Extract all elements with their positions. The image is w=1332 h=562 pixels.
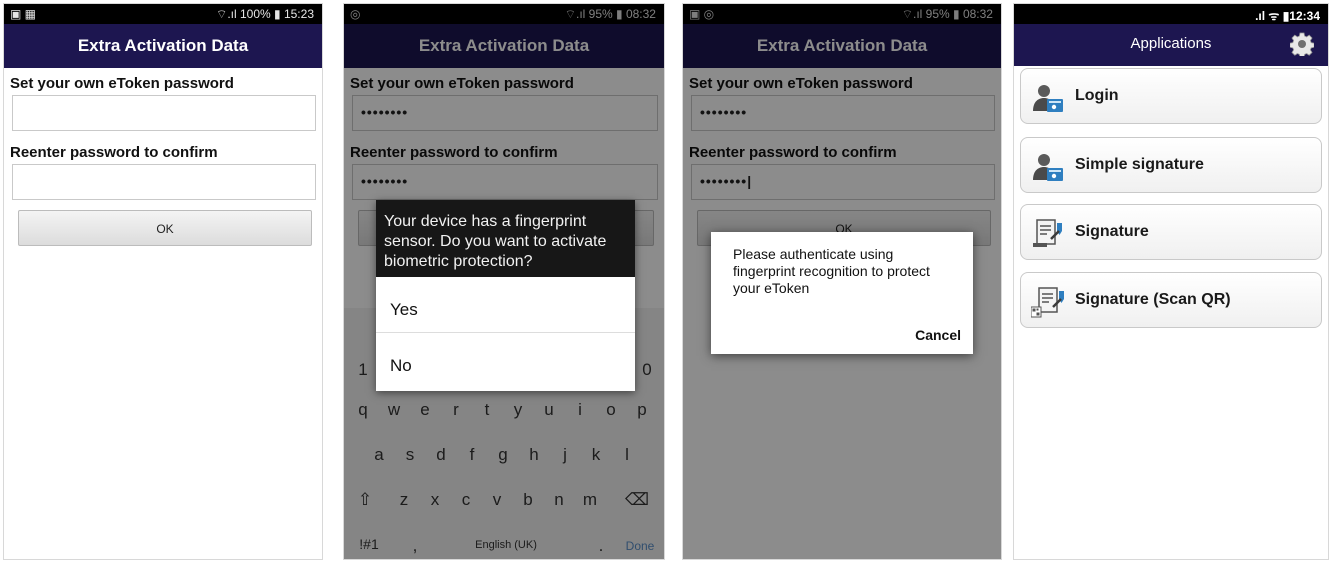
phone-screen-fingerprint-auth: ▣ ◎ ⌔.ıl 95% ▮ 08:32 Extra Activation Da… (682, 3, 1002, 560)
status-icons-right: ⌔.ıl 100% ▮ 15:23 (216, 7, 314, 21)
gear-icon[interactable] (1290, 32, 1314, 56)
signature-button[interactable]: Signature (1020, 204, 1322, 260)
yes-option[interactable]: Yes (390, 300, 418, 320)
divider (376, 332, 635, 333)
phone-screen-biometric-prompt: ◎ ⌔.ıl 95% ▮ 08:32 Extra Activation Data… (343, 3, 665, 560)
status-bar: ▣ ▦ ⌔.ıl 100% ▮ 15:23 (4, 4, 322, 24)
app-bar: Extra Activation Data (4, 24, 322, 68)
password-field[interactable] (12, 95, 316, 131)
app-item-label: Signature (Scan QR) (1075, 291, 1231, 308)
phone-screen-activation-empty: ▣ ▦ ⌔.ıl 100% ▮ 15:23 Extra Activation D… (3, 3, 323, 560)
phone-screen-applications: .ıl ᯤ ▮12:34 Applications Login Simple s… (1013, 3, 1329, 560)
ok-button[interactable]: OK (18, 210, 312, 246)
page-title: Applications (1130, 35, 1212, 52)
document-qr-icon (1031, 287, 1064, 318)
no-option[interactable]: No (390, 356, 412, 376)
biometric-dialog: Your device has a fingerprint sensor. Do… (376, 200, 635, 391)
confirm-label: Reenter password to confirm (10, 144, 218, 161)
user-card-icon (1033, 85, 1063, 112)
fingerprint-dialog: Please authenticate using fingerprint re… (711, 232, 973, 354)
app-bar: Applications (1014, 24, 1328, 66)
app-item-label: Signature (1075, 223, 1149, 240)
dialog-message: Your device has a fingerprint sensor. Do… (376, 200, 635, 277)
password-label: Set your own eToken password (10, 75, 234, 92)
confirm-password-field[interactable] (12, 164, 316, 200)
user-card-icon (1033, 154, 1063, 181)
status-bar: .ıl ᯤ ▮12:34 (1014, 4, 1328, 24)
app-item-label: Login (1075, 87, 1119, 104)
simple-signature-button[interactable]: Simple signature (1020, 137, 1322, 193)
dialog-message: Please authenticate using fingerprint re… (733, 246, 930, 296)
cancel-button[interactable]: Cancel (915, 327, 961, 343)
page-title: Extra Activation Data (77, 36, 249, 55)
status-icons-left: ▣ ▦ (10, 7, 37, 21)
signature-scan-qr-button[interactable]: Signature (Scan QR) (1020, 272, 1322, 328)
login-button[interactable]: Login (1020, 68, 1322, 124)
status-icons-right: .ıl ᯤ ▮12:34 (1255, 9, 1320, 23)
app-item-label: Simple signature (1075, 156, 1204, 173)
document-sign-icon (1033, 219, 1062, 247)
